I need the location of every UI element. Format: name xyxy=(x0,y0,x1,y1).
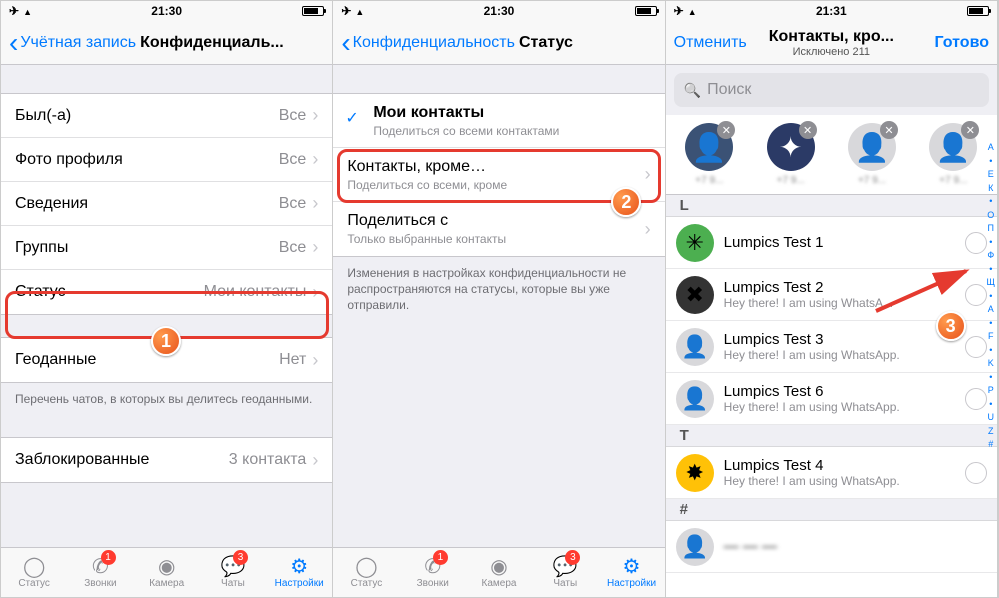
radio-unchecked[interactable] xyxy=(965,388,987,410)
chip[interactable]: 👤✕+7 9... xyxy=(918,123,989,186)
battery-icon xyxy=(635,6,657,16)
camera-icon: ◉ xyxy=(490,557,507,577)
location-note: Перечень чатов, в которых вы делитесь ге… xyxy=(1,383,332,415)
chevron-right-icon: › xyxy=(645,164,651,185)
contact-row[interactable]: ✸Lumpics Test 4Hey there! I am using Wha… xyxy=(666,447,997,499)
chevron-right-icon: › xyxy=(312,237,318,258)
radio-unchecked[interactable] xyxy=(965,336,987,358)
chevron-right-icon: › xyxy=(312,350,318,371)
nav-cancel-button[interactable]: Отменить xyxy=(674,34,747,52)
chevron-right-icon: › xyxy=(312,193,318,214)
panel-contacts-except: 21:31 Отменить Контакты, кро... Исключен… xyxy=(666,1,998,597)
row-profile-photo[interactable]: Фото профиляВсе› xyxy=(1,138,332,182)
battery-icon xyxy=(302,6,324,16)
scroll-area[interactable]: ✓ Мои контактыПоделиться со всеми контак… xyxy=(333,65,664,547)
navbar: Учётная запись Конфиденциаль... xyxy=(1,21,332,65)
radio-unchecked[interactable] xyxy=(965,284,987,306)
tab-calls[interactable]: ✆Звонки1 xyxy=(67,548,133,597)
wifi-icon xyxy=(23,4,32,18)
airplane-icon xyxy=(341,4,351,18)
search-input[interactable]: Поиск xyxy=(674,73,989,107)
tab-calls[interactable]: ✆Звонки1 xyxy=(400,548,466,597)
chevron-right-icon: › xyxy=(312,149,318,170)
alphabet-index[interactable]: А•ЕК•ОП•Ф•Щ•A•F•K•P•UZ# xyxy=(987,141,995,452)
nav-back-button[interactable]: Конфиденциальность xyxy=(341,34,515,52)
nav-subtitle: Исключено 211 xyxy=(769,46,894,58)
statusbar: 21:30 xyxy=(333,1,664,21)
row-last-seen[interactable]: Был(-а)Все› xyxy=(1,94,332,138)
remove-chip-icon[interactable]: ✕ xyxy=(880,121,898,139)
remove-chip-icon[interactable]: ✕ xyxy=(799,121,817,139)
chats-badge: 3 xyxy=(233,550,248,565)
chevron-right-icon: › xyxy=(312,282,318,303)
scroll-area[interactable]: Был(-а)Все› Фото профиляВсе› СведенияВсе… xyxy=(1,65,332,547)
status-icon: ◯ xyxy=(23,557,45,577)
nav-back-button[interactable]: Учётная запись xyxy=(9,34,136,52)
tab-chats[interactable]: 💬Чаты3 xyxy=(200,548,266,597)
status-icon: ◯ xyxy=(355,557,377,577)
calls-badge: 1 xyxy=(433,550,448,565)
chip[interactable]: ✦✕+7 9... xyxy=(755,123,826,186)
chevron-right-icon: › xyxy=(645,219,651,240)
tab-status[interactable]: ◯Статус xyxy=(333,548,399,597)
tabbar: ◯Статус ✆Звонки1 ◉Камера 💬Чаты3 ⚙Настрой… xyxy=(1,547,332,597)
remove-chip-icon[interactable]: ✕ xyxy=(717,121,735,139)
wifi-icon xyxy=(688,4,697,18)
tab-camera[interactable]: ◉Камера xyxy=(466,548,532,597)
nav-title: Конфиденциаль... xyxy=(140,34,284,52)
row-about[interactable]: СведенияВсе› xyxy=(1,182,332,226)
annotation-badge-3: 3 xyxy=(936,311,966,341)
contact-row[interactable]: 👤Lumpics Test 6Hey there! I am using Wha… xyxy=(666,373,997,425)
tab-settings[interactable]: ⚙Настройки xyxy=(266,548,332,597)
radio-unchecked[interactable] xyxy=(965,232,987,254)
wifi-icon xyxy=(355,4,364,18)
statusbar: 21:30 xyxy=(1,1,332,21)
tab-camera[interactable]: ◉Камера xyxy=(134,548,200,597)
status-time: 21:31 xyxy=(816,4,847,18)
gear-icon: ⚙ xyxy=(623,557,641,577)
radio-unchecked[interactable] xyxy=(965,462,987,484)
row-blocked[interactable]: Заблокированные3 контакта› xyxy=(1,438,332,482)
section-header-T: T xyxy=(666,425,997,447)
tab-chats[interactable]: 💬Чаты3 xyxy=(532,548,598,597)
airplane-icon xyxy=(9,4,19,18)
camera-icon: ◉ xyxy=(158,557,175,577)
row-groups[interactable]: ГруппыВсе› xyxy=(1,226,332,270)
chip[interactable]: 👤✕+7 9... xyxy=(674,123,745,186)
chats-badge: 3 xyxy=(565,550,580,565)
opt-my-contacts[interactable]: ✓ Мои контактыПоделиться со всеми контак… xyxy=(333,94,664,148)
chevron-right-icon: › xyxy=(312,105,318,126)
contact-list[interactable]: L ✳Lumpics Test 1 ✖Lumpics Test 2Hey the… xyxy=(666,195,997,597)
calls-badge: 1 xyxy=(101,550,116,565)
battery-icon xyxy=(967,6,989,16)
nav-done-button[interactable]: Готово xyxy=(935,34,989,52)
chip[interactable]: 👤✕+7 9... xyxy=(836,123,907,186)
gear-icon: ⚙ xyxy=(290,557,308,577)
navbar: Отменить Контакты, кро... Исключено 211 … xyxy=(666,21,997,65)
tabbar: ◯Статус ✆Звонки1 ◉Камера 💬Чаты3 ⚙Настрой… xyxy=(333,547,664,597)
status-time: 21:30 xyxy=(484,4,515,18)
selected-chips: 👤✕+7 9... ✦✕+7 9... 👤✕+7 9... 👤✕+7 9... xyxy=(666,115,997,195)
tab-status[interactable]: ◯Статус xyxy=(1,548,67,597)
annotation-badge-1: 1 xyxy=(151,326,181,356)
panel-privacy: 21:30 Учётная запись Конфиденциаль... Бы… xyxy=(1,1,333,597)
section-header-L: L xyxy=(666,195,997,217)
nav-title: Статус xyxy=(519,34,573,52)
tab-settings[interactable]: ⚙Настройки xyxy=(598,548,664,597)
contact-row[interactable]: 👤— — — xyxy=(666,521,997,573)
contact-row[interactable]: ✳Lumpics Test 1 xyxy=(666,217,997,269)
section-header-hash: # xyxy=(666,499,997,521)
checkmark-icon: ✓ xyxy=(345,108,358,128)
remove-chip-icon[interactable]: ✕ xyxy=(961,121,979,139)
nav-title: Контакты, кро... Исключено 211 xyxy=(769,28,894,58)
airplane-icon xyxy=(674,4,684,18)
status-time: 21:30 xyxy=(151,4,182,18)
chevron-right-icon: › xyxy=(312,450,318,471)
privacy-note: Изменения в настройках конфиденциальност… xyxy=(333,257,664,322)
panel-status-privacy: 21:30 Конфиденциальность Статус ✓ Мои ко… xyxy=(333,1,665,597)
navbar: Конфиденциальность Статус xyxy=(333,21,664,65)
statusbar: 21:31 xyxy=(666,1,997,21)
row-status[interactable]: СтатусМои контакты› xyxy=(1,270,332,314)
